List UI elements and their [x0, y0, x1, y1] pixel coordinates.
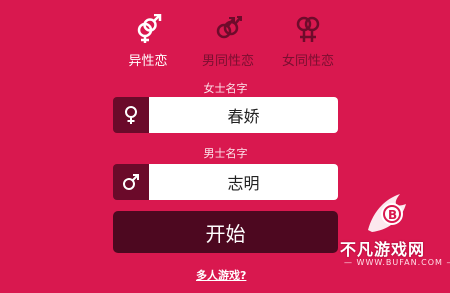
tab-hetero[interactable]: 异性恋: [108, 14, 188, 69]
svg-text:B: B: [388, 208, 397, 222]
female-name-label: 女士名字: [203, 82, 248, 95]
tab-male-male[interactable]: 男同性恋: [188, 14, 268, 69]
tab-male-male-label: 男同性恋: [201, 54, 254, 69]
male-male-icon: [216, 16, 242, 39]
male-icon-box: [113, 164, 149, 200]
female-name-input[interactable]: 春娇: [149, 97, 338, 133]
relationship-tabs: 异性恋 男同性恋 女同性恋: [108, 14, 348, 74]
female-symbol-icon: [125, 106, 137, 124]
tab-hetero-label: 异性恋: [128, 54, 168, 69]
tab-female-female[interactable]: 女同性恋: [268, 14, 348, 69]
male-name-field: 志明: [113, 164, 338, 200]
male-name-label: 男士名字: [203, 147, 248, 160]
start-button[interactable]: 开始: [113, 211, 338, 253]
multiplayer-link[interactable]: 多人游戏?: [196, 267, 246, 283]
hetero-icon: [137, 14, 162, 43]
male-symbol-icon: [123, 174, 139, 190]
female-name-field: 春娇: [113, 97, 338, 133]
watermark-name: 不凡游戏网: [340, 240, 426, 259]
male-name-input[interactable]: 志明: [149, 164, 338, 200]
tab-female-female-label: 女同性恋: [281, 54, 334, 69]
female-icon-box: [113, 97, 149, 133]
watermark-url: — WWW.BUFAN.COM —: [344, 258, 450, 267]
female-female-icon: [296, 16, 320, 42]
bufan-logo-icon: B: [368, 194, 406, 232]
